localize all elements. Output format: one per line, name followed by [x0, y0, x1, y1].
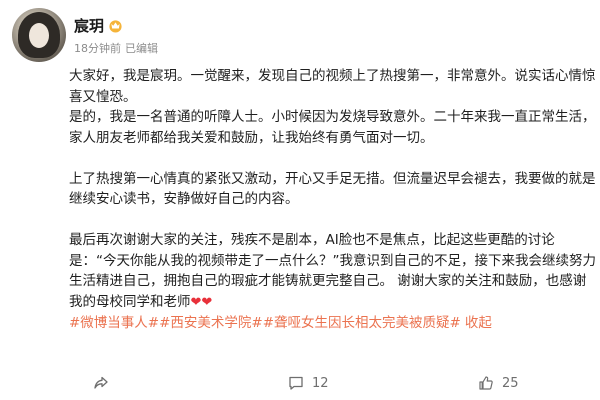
comment-icon [289, 376, 303, 390]
collapse-link[interactable]: 收起 [465, 315, 492, 331]
hashtag-3[interactable]: #聋哑女生因长相太完美被质疑# [263, 315, 461, 331]
share-button[interactable] [93, 375, 109, 391]
post-content: 大家好，我是宸玥。一觉醒来，发现自己的视频上了热搜第一，非常意外。说实话心情惊喜… [69, 66, 597, 334]
hashtag-1[interactable]: #微博当事人# [69, 315, 159, 331]
post-meta: 18分钟前 已编辑 [74, 40, 158, 56]
username-row: 宸玥 [74, 15, 123, 36]
post-header: 宸玥 18分钟前 已编辑 [12, 8, 588, 64]
like-button[interactable]: 25 [478, 375, 519, 391]
paragraph-4-text: 最后再次谢谢大家的关注，残疾不是剧本，AI脸也不是焦点，比起这些更酷的讨论是：“… [69, 232, 596, 310]
hashtag-line: #微博当事人##西安美术学院##聋哑女生因长相太完美被质疑# 收起 [69, 313, 597, 334]
paragraph-4: 最后再次谢谢大家的关注，残疾不是剧本，AI脸也不是焦点，比起这些更酷的讨论是：“… [69, 230, 597, 313]
edited-label[interactable]: 已编辑 [125, 40, 158, 56]
comment-count: 12 [312, 375, 329, 391]
paragraph-1: 大家好，我是宸玥。一觉醒来，发现自己的视频上了热搜第一，非常意外。说实话心情惊喜… [69, 68, 596, 105]
paragraph-3: 上了热搜第一心情真的紧张又激动，开心又手足无措。但流量迟早会褪去，我要做的就是继… [69, 170, 596, 208]
like-count: 25 [502, 375, 519, 391]
hashtag-2[interactable]: #西安美术学院# [159, 315, 263, 331]
post-actions: 12 25 [69, 372, 569, 394]
heart-emoji: ❤❤ [190, 294, 213, 310]
comment-button[interactable]: 12 [288, 375, 329, 391]
paragraph-2: 是的，我是一名普通的听障人士。小时候因为发烧导致意外。二十年来我一直正常生活，家… [69, 109, 596, 146]
username[interactable]: 宸玥 [74, 15, 104, 36]
thumbs-up-icon [479, 376, 493, 390]
crown-icon [108, 18, 123, 33]
avatar[interactable] [12, 8, 66, 62]
share-icon [94, 376, 108, 389]
avatar-face [29, 23, 49, 48]
post-time: 18分钟前 [74, 42, 121, 55]
